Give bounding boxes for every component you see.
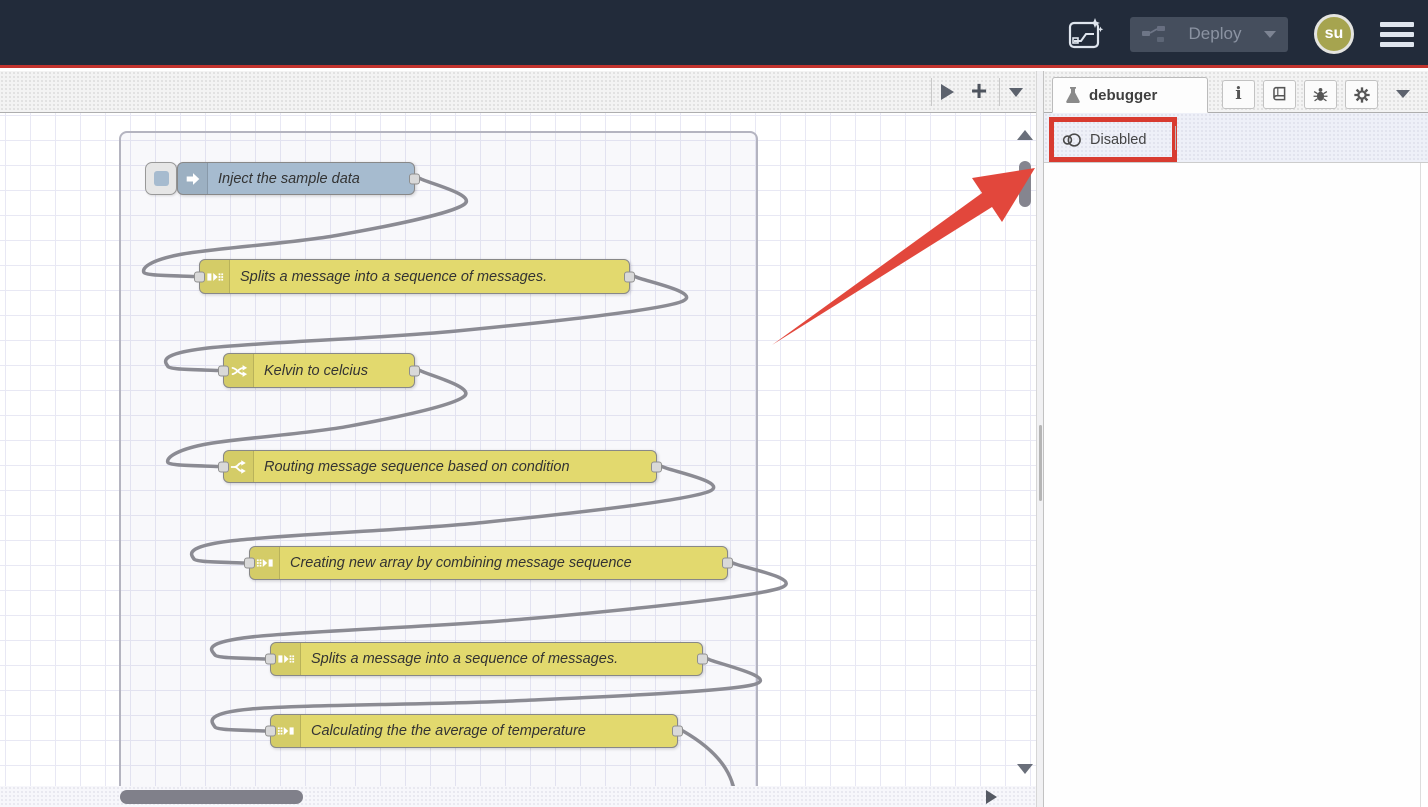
node-red-editor: Deploy su + Inject the sample data Splits…	[0, 0, 1428, 807]
deploy-label: Deploy	[1178, 24, 1252, 44]
deploy-nodes-icon	[1142, 25, 1166, 43]
node-input-port[interactable]	[265, 654, 276, 665]
flask-icon	[1065, 86, 1081, 104]
node-input-port[interactable]	[218, 365, 229, 376]
flow-node-switch[interactable]: Routing message sequence based on condit…	[223, 450, 657, 483]
debug-messages-panel[interactable]	[1044, 163, 1428, 807]
horizontal-scrollbar[interactable]	[0, 786, 1036, 807]
settings-button[interactable]	[1345, 80, 1378, 109]
book-icon	[1271, 86, 1288, 103]
node-output-port[interactable]	[697, 654, 708, 665]
sidebar-resize-handle[interactable]	[1036, 71, 1044, 807]
gear-icon	[1353, 86, 1371, 104]
node-label: Calculating the the average of temperatu…	[301, 715, 677, 747]
node-input-port[interactable]	[218, 461, 229, 472]
workspace-switch-icon[interactable]	[1066, 16, 1104, 52]
deploy-button[interactable]: Deploy	[1130, 17, 1288, 52]
info-button[interactable]: i	[1222, 80, 1255, 109]
sidebar: debugger i	[1044, 71, 1428, 807]
node-label: Inject the sample data	[208, 163, 414, 194]
node-input-port[interactable]	[244, 558, 255, 569]
debug-disabled-toggle-button[interactable]: Disabled	[1062, 132, 1146, 148]
scroll-up-button[interactable]	[1017, 130, 1033, 140]
flow-canvas[interactable]: Inject the sample data Splits a message i…	[0, 113, 1036, 786]
debug-disabled-label: Disabled	[1090, 132, 1146, 148]
node-label: Routing message sequence based on condit…	[254, 451, 656, 482]
info-icon: i	[1235, 86, 1241, 103]
node-input-port[interactable]	[265, 726, 276, 737]
deploy-chevron-down-icon[interactable]	[1264, 31, 1276, 38]
resize-grip	[1039, 425, 1042, 501]
node-output-port[interactable]	[651, 461, 662, 472]
inject-icon	[178, 163, 208, 194]
node-input-port[interactable]	[194, 271, 205, 282]
avatar-initials: su	[1325, 25, 1344, 43]
flow-tab-bar	[0, 71, 1036, 113]
node-output-port[interactable]	[672, 726, 683, 737]
annotation-highlight-box: Disabled	[1049, 117, 1177, 162]
bug-icon	[1312, 86, 1329, 103]
scroll-right-button[interactable]	[986, 790, 997, 804]
vertical-scrollbar-thumb[interactable]	[1019, 161, 1031, 207]
flow-node-split[interactable]: Splits a message into a sequence of mess…	[270, 642, 703, 676]
next-tab-button[interactable]	[941, 84, 954, 100]
header-bar: Deploy su	[0, 0, 1428, 68]
sidebar-scroll-gutter	[1420, 163, 1428, 807]
flow-node-join[interactable]: Creating new array by combining message …	[249, 546, 728, 580]
toolbar-divider	[999, 78, 1000, 106]
horizontal-scrollbar-thumb[interactable]	[120, 790, 303, 804]
node-label: Creating new array by combining message …	[280, 547, 727, 579]
add-flow-button[interactable]: +	[966, 74, 992, 108]
sidebar-menu-chevron-down-icon[interactable]	[1396, 90, 1410, 98]
node-output-port[interactable]	[624, 271, 635, 282]
node-label: Kelvin to celcius	[254, 354, 414, 387]
help-book-button[interactable]	[1263, 80, 1296, 109]
debug-toolbar: Disabled	[1044, 113, 1428, 163]
node-label: Splits a message into a sequence of mess…	[301, 643, 702, 675]
node-output-port[interactable]	[409, 173, 420, 184]
debug-button[interactable]	[1304, 80, 1337, 109]
node-output-port[interactable]	[722, 558, 733, 569]
flow-node-change[interactable]: Kelvin to celcius	[223, 353, 415, 388]
flow-node-join[interactable]: Calculating the the average of temperatu…	[270, 714, 678, 748]
flow-node-inject[interactable]: Inject the sample data	[177, 162, 415, 195]
toolbar-divider	[931, 78, 932, 106]
inject-trigger-button[interactable]	[145, 162, 177, 195]
user-avatar[interactable]: su	[1314, 14, 1354, 54]
node-output-port[interactable]	[409, 365, 420, 376]
toggle-off-icon	[1062, 132, 1082, 148]
tab-debugger[interactable]: debugger	[1052, 77, 1208, 113]
main-menu-hamburger-icon[interactable]	[1380, 18, 1414, 51]
flow-node-split[interactable]: Splits a message into a sequence of mess…	[199, 259, 630, 294]
wire[interactable]	[683, 731, 736, 786]
flow-list-button[interactable]	[1009, 88, 1023, 97]
node-label: Splits a message into a sequence of mess…	[230, 260, 629, 293]
toolbar-divider	[1175, 126, 1176, 150]
scroll-down-button[interactable]	[1017, 764, 1033, 774]
tab-debugger-label: debugger	[1089, 87, 1157, 104]
